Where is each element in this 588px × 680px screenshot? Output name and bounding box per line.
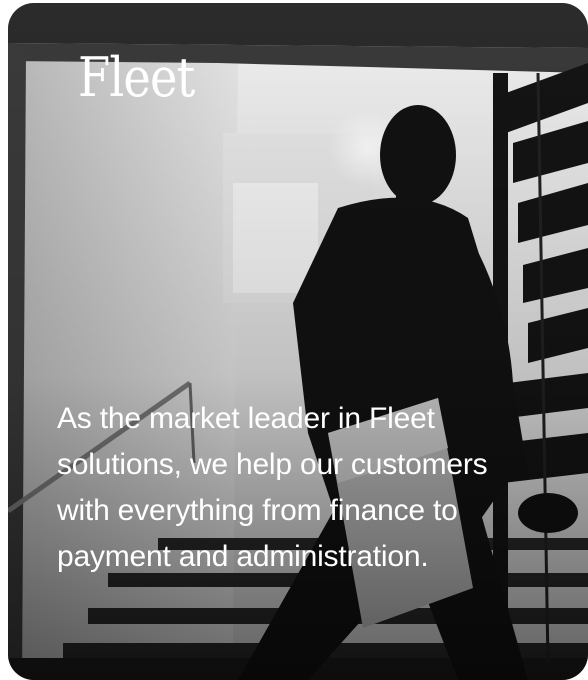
card-description: As the market leader in Fleet solutions,… <box>57 402 488 573</box>
fleet-card[interactable]: Fleet As the market leader in Fleet solu… <box>8 3 588 680</box>
card-title: Fleet <box>78 46 195 109</box>
